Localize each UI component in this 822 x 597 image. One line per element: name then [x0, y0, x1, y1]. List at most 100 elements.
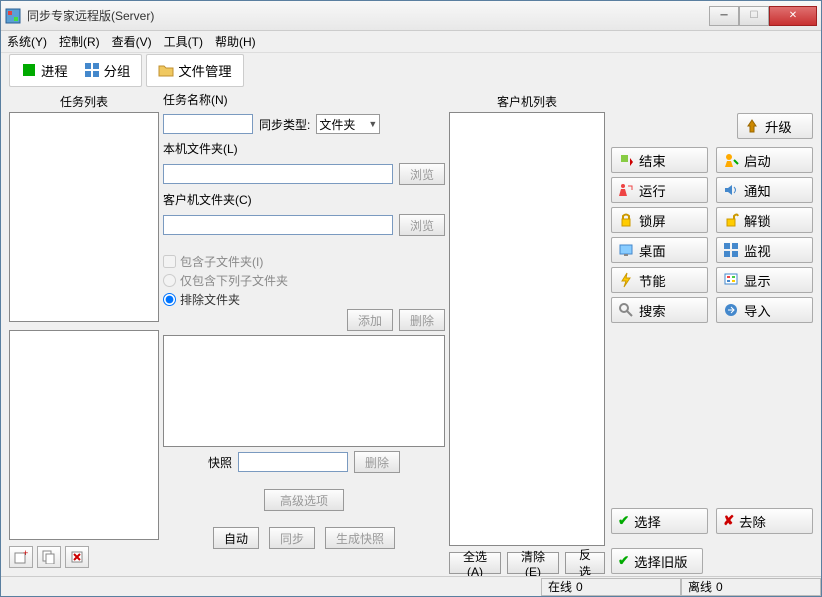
- display-icon: [723, 272, 739, 288]
- folder-filter-list[interactable]: [163, 335, 445, 447]
- select-old-button[interactable]: ✔选择旧版: [611, 548, 703, 574]
- desktop-icon: [618, 242, 634, 258]
- app-icon: [5, 8, 21, 24]
- folder-icon: [158, 62, 174, 78]
- exclude-radio-row[interactable]: 排除文件夹: [163, 290, 445, 309]
- upgrade-icon: [744, 118, 760, 134]
- delete-folder-button[interactable]: 删除: [399, 309, 445, 331]
- menu-help[interactable]: 帮助(H): [215, 33, 256, 50]
- import-icon: [723, 302, 739, 318]
- upgrade-button[interactable]: 升级: [737, 113, 813, 139]
- delete-task-button[interactable]: [65, 546, 89, 568]
- copy-task-button[interactable]: [37, 546, 61, 568]
- sync-type-value: 文件夹: [319, 116, 355, 133]
- menu-control[interactable]: 控制(R): [59, 33, 100, 50]
- advanced-button[interactable]: 高级选项: [264, 489, 344, 511]
- include-sub-checkbox-row[interactable]: 包含子文件夹(I): [163, 252, 445, 271]
- window-title: 同步专家远程版(Server): [27, 7, 709, 24]
- status-offline: 离线 0: [681, 578, 821, 596]
- add-folder-button[interactable]: 添加: [347, 309, 393, 331]
- local-browse-button[interactable]: 浏览: [399, 163, 445, 185]
- toolbar-group-button[interactable]: 分组: [77, 58, 138, 83]
- check-icon: ✔: [618, 553, 629, 569]
- toolbar: 进程 分组 文件管理: [1, 53, 821, 87]
- task-list-header: 任务列表: [9, 91, 159, 112]
- notify-button[interactable]: 通知: [716, 177, 813, 203]
- end-icon: [618, 152, 634, 168]
- x-icon: ✘: [723, 513, 734, 529]
- menubar: 系统(Y) 控制(R) 查看(V) 工具(T) 帮助(H): [1, 31, 821, 53]
- remove-button[interactable]: ✘去除: [716, 508, 813, 534]
- toolbar-file-mgmt-button[interactable]: 文件管理: [151, 58, 238, 83]
- status-online-count: 0: [576, 580, 583, 594]
- snapshot-label: 快照: [208, 454, 232, 471]
- clear-button[interactable]: 清除(E): [507, 552, 559, 574]
- snapshot-delete-button[interactable]: 删除: [354, 451, 400, 473]
- check-icon: ✔: [618, 513, 629, 529]
- select-button[interactable]: ✔选择: [611, 508, 708, 534]
- run-icon: [618, 182, 634, 198]
- energy-button[interactable]: 节能: [611, 267, 708, 293]
- start-button[interactable]: 启动: [716, 147, 813, 173]
- secondary-list[interactable]: [9, 330, 159, 540]
- run-button[interactable]: 运行: [611, 177, 708, 203]
- titlebar: 同步专家远程版(Server) ─ ☐ ✕: [1, 1, 821, 31]
- gen-snapshot-button[interactable]: 生成快照: [325, 527, 395, 549]
- task-name-input[interactable]: [163, 114, 253, 134]
- status-offline-label: 离线: [688, 578, 712, 595]
- add-task-button[interactable]: +: [9, 546, 33, 568]
- include-sub-label: 包含子文件夹(I): [180, 253, 263, 270]
- include-sub-checkbox[interactable]: [163, 255, 176, 268]
- toolbar-group-label: 分组: [104, 61, 131, 80]
- display-button[interactable]: 显示: [716, 267, 813, 293]
- local-folder-input[interactable]: [163, 164, 393, 184]
- exclude-radio[interactable]: [163, 293, 176, 306]
- exclude-label: 排除文件夹: [180, 291, 240, 308]
- auto-button[interactable]: 自动: [213, 527, 259, 549]
- snapshot-input[interactable]: [238, 452, 348, 472]
- search-icon: [618, 302, 634, 318]
- search-button[interactable]: 搜索: [611, 297, 708, 323]
- only-include-radio-row[interactable]: 仅包含下列子文件夹: [163, 271, 445, 290]
- task-name-label: 任务名称(N): [163, 91, 228, 108]
- chevron-down-icon: ▼: [368, 119, 377, 129]
- maximize-button[interactable]: ☐: [739, 6, 769, 26]
- task-list[interactable]: [9, 112, 159, 322]
- import-button[interactable]: 导入: [716, 297, 813, 323]
- status-online: 在线 0: [541, 578, 681, 596]
- menu-tools[interactable]: 工具(T): [164, 33, 203, 50]
- menu-system[interactable]: 系统(Y): [7, 33, 47, 50]
- process-icon: [21, 62, 37, 78]
- desktop-button[interactable]: 桌面: [611, 237, 708, 263]
- sync-type-select[interactable]: 文件夹 ▼: [316, 114, 380, 134]
- unlock-button[interactable]: 解锁: [716, 207, 813, 233]
- speaker-icon: [723, 182, 739, 198]
- group-icon: [84, 62, 100, 78]
- end-button[interactable]: 结束: [611, 147, 708, 173]
- status-offline-count: 0: [716, 580, 723, 594]
- local-folder-label: 本机文件夹(L): [163, 140, 238, 157]
- minimize-button[interactable]: ─: [709, 6, 739, 26]
- client-folder-label: 客户机文件夹(C): [163, 191, 252, 208]
- close-button[interactable]: ✕: [769, 6, 817, 26]
- toolbar-process-label: 进程: [41, 61, 68, 80]
- sync-button[interactable]: 同步: [269, 527, 315, 549]
- client-list[interactable]: [449, 112, 605, 546]
- toolbar-process-button[interactable]: 进程: [14, 58, 75, 83]
- monitor-button[interactable]: 监视: [716, 237, 813, 263]
- invert-button[interactable]: 反选: [565, 552, 605, 574]
- client-folder-input[interactable]: [163, 215, 393, 235]
- lock-button[interactable]: 锁屏: [611, 207, 708, 233]
- only-include-radio[interactable]: [163, 274, 176, 287]
- start-icon: [723, 152, 739, 168]
- menu-view[interactable]: 查看(V): [112, 33, 152, 50]
- toolbar-file-mgmt-label: 文件管理: [178, 61, 231, 80]
- status-online-label: 在线: [548, 578, 572, 595]
- statusbar: 在线 0 离线 0: [1, 576, 821, 596]
- client-list-header: 客户机列表: [449, 91, 605, 112]
- unlock-icon: [723, 212, 739, 228]
- select-all-button[interactable]: 全选(A): [449, 552, 501, 574]
- lock-icon: [618, 212, 634, 228]
- client-browse-button[interactable]: 浏览: [399, 214, 445, 236]
- sync-type-label: 同步类型:: [259, 116, 310, 133]
